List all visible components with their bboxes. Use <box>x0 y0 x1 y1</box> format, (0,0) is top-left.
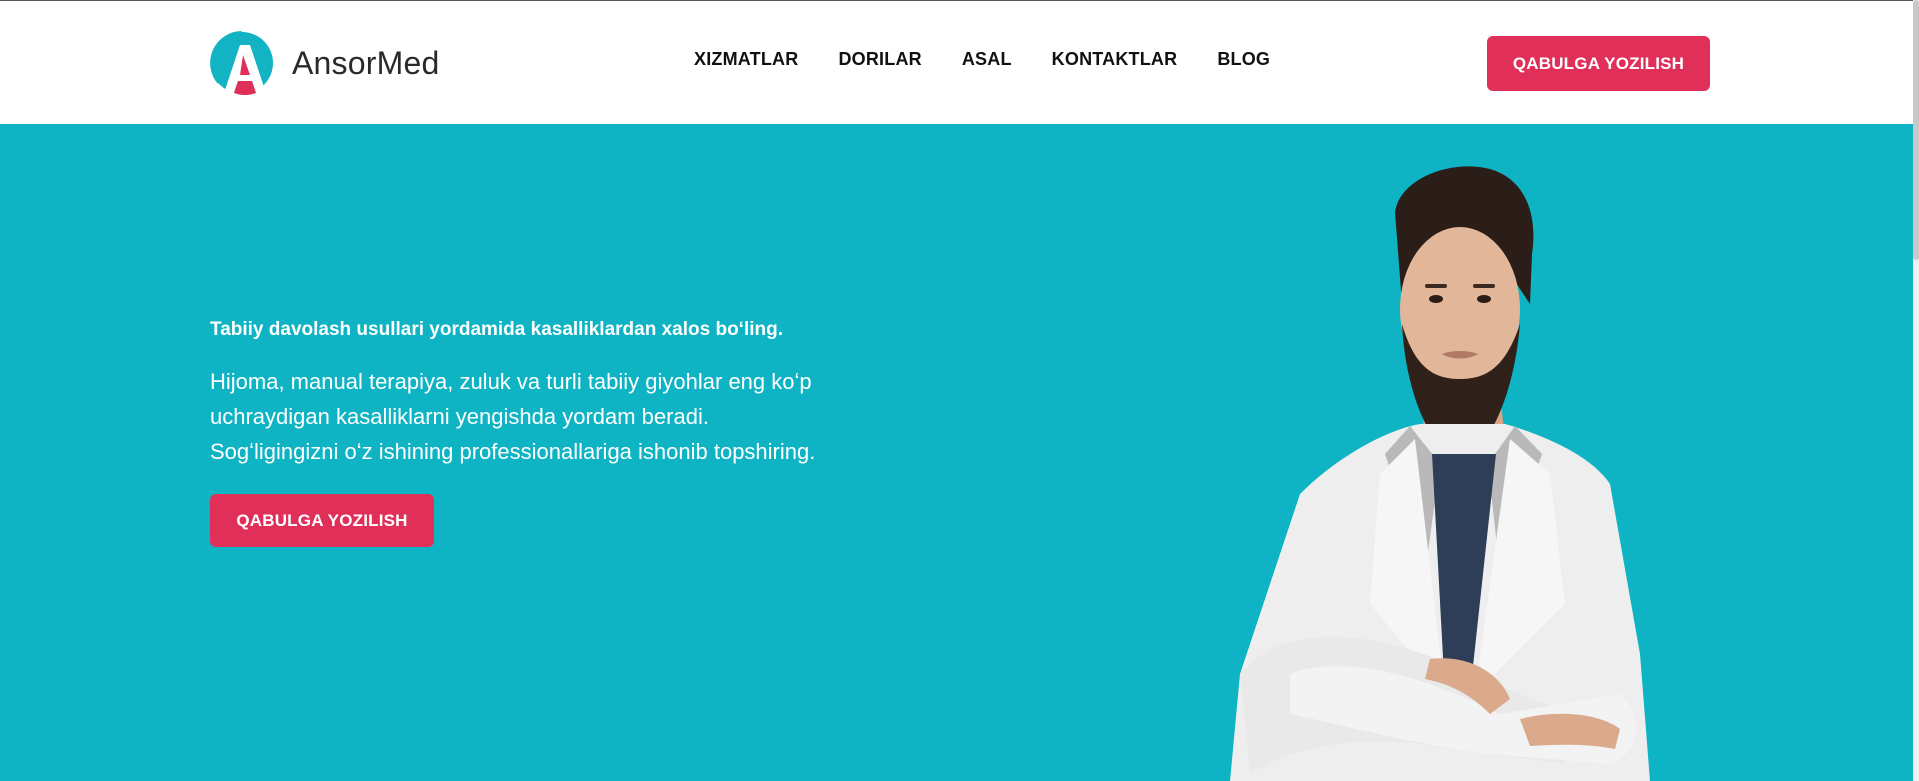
nav-asal[interactable]: ASAL <box>962 49 1012 70</box>
nav-blog[interactable]: BLOG <box>1217 49 1270 70</box>
logo-text: AnsorMed <box>292 44 440 81</box>
hero-text-line: uchraydigan kasalliklarni yengishda yord… <box>210 404 709 429</box>
scrollbar-thumb[interactable] <box>1913 0 1919 260</box>
logo-link[interactable]: AnsorMed <box>210 31 440 96</box>
header-appointment-button[interactable]: QABULGA YOZILISH <box>1487 36 1710 91</box>
hero-appointment-button[interactable]: QABULGA YOZILISH <box>210 494 434 547</box>
hero-text-line: Sogʻligingizni oʻz ishining professional… <box>210 439 816 464</box>
doctor-photo <box>1170 154 1730 781</box>
hero-section: Tabiiy davolash usullari yordamida kasal… <box>0 124 1919 781</box>
page-scrollbar[interactable] <box>1913 0 1919 781</box>
nav-xizmatlar[interactable]: XIZMATLAR <box>694 49 798 70</box>
site-header: AnsorMed XIZMATLAR DORILAR ASAL KONTAKTL… <box>0 1 1919 124</box>
main-nav: XIZMATLAR DORILAR ASAL KONTAKTLAR BLOG <box>694 49 1270 70</box>
nav-dorilar[interactable]: DORILAR <box>838 49 921 70</box>
hero-description: Hijoma, manual terapiya, zuluk va turli … <box>210 364 890 469</box>
hero-text-line: Hijoma, manual terapiya, zuluk va turli … <box>210 369 812 394</box>
nav-kontaktlar[interactable]: KONTAKTLAR <box>1052 49 1178 70</box>
ansormed-logo-icon <box>210 31 274 96</box>
hero-eyebrow: Tabiiy davolash usullari yordamida kasal… <box>210 319 784 340</box>
